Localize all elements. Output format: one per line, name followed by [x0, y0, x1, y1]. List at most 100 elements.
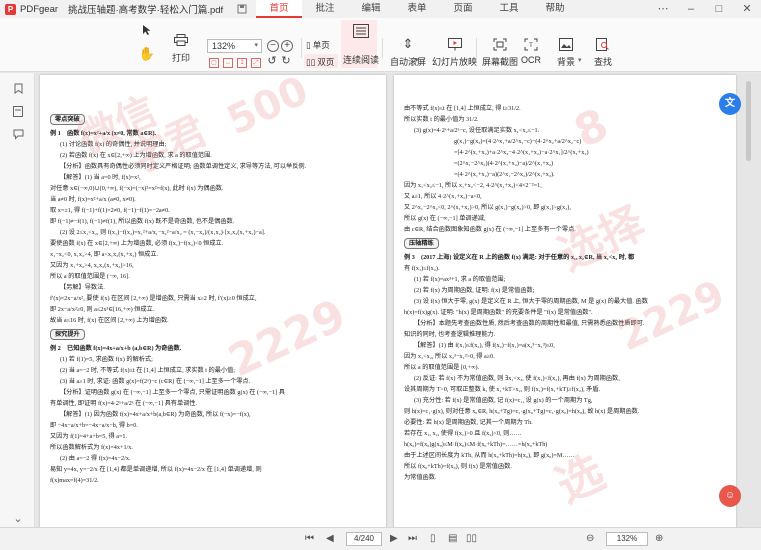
text-line: 有 f(x₁)≤f(x₂). — [404, 265, 440, 272]
translate-float-icon[interactable]: 文 — [719, 93, 741, 115]
text-line: 即 2x−a/x²≥0, 则 a≤2x³∈[16,+∞) 恒成立. — [50, 306, 155, 313]
printer-icon — [172, 32, 190, 48]
text-line: h(x)=f(x)g(x). 证明: "h(x) 是周期函数" 的充要条件是 "… — [404, 309, 593, 316]
text-line: 为常值函数. — [404, 474, 437, 481]
prev-page-icon[interactable]: ◀ — [326, 533, 334, 544]
search-button[interactable]: 查找 — [594, 36, 612, 68]
close-icon[interactable]: ✕ — [733, 0, 761, 18]
rotate-left-icon[interactable]: ↺ — [266, 56, 278, 69]
text-line: (2) 由 a=−2 得 f(x)=4x−2/x. — [60, 455, 131, 462]
text-line: 又因为 x₁+x₂>4, x₁x₂(x₁+x₂)>16, — [50, 262, 134, 269]
collapse-icon[interactable]: ⌄ — [12, 513, 24, 525]
ocr-button[interactable]: T OCR — [521, 36, 541, 65]
page-number-field[interactable]: 4/240 — [346, 532, 382, 546]
zoom-select[interactable]: 132% ▾ — [207, 39, 262, 53]
save-icon[interactable] — [233, 0, 251, 18]
tab-annotate[interactable]: 批注 — [302, 0, 348, 18]
tab-home[interactable]: 首页 — [256, 0, 302, 18]
text-line: 【解答】(1) 当 a=0 时, f(x)=x², — [60, 174, 141, 181]
tab-help[interactable]: 帮助 — [532, 0, 578, 18]
actual-size-icon[interactable]: 1 — [237, 58, 247, 68]
tab-form[interactable]: 表单 — [394, 0, 440, 18]
text-line: 又因为 f(1)=4+a+b=5, 得 a=1. — [50, 433, 128, 440]
slideshow-button[interactable]: 幻灯片放映 — [432, 36, 477, 68]
text-line: 知识的同时, 也考查逻辑推理能力. — [404, 331, 496, 338]
bookmark-icon[interactable] — [12, 83, 24, 95]
text-line: (3) 设 f(x) 恒大于零, g(x) 是定义在 R 上, 恒大于零的周期函… — [414, 298, 648, 305]
pdfgear-window: P PDFgear 挑战压轴题·高考数学·轻松入门篇.pdf ↶ ↷ 首页 批注… — [0, 0, 761, 550]
single-page-button[interactable]: ▯ 单页 — [306, 39, 330, 51]
continuous-read-icon — [352, 23, 370, 39]
auto-scroll-label: 自动滚屏 — [390, 57, 427, 67]
scroll-view-icon[interactable]: ▤ — [448, 533, 457, 544]
text-line: g(x₁)−g(x₂)=(4·2^x₁+a/2^x₁−c)−(4·2^x₂+a/… — [454, 138, 582, 145]
tab-edit[interactable]: 编辑 — [348, 0, 394, 18]
tab-page[interactable]: 页面 — [440, 0, 486, 18]
thumbnails-icon[interactable] — [12, 106, 24, 118]
menu-tabs: 首页 批注 编辑 表单 页面 工具 帮助 — [256, 0, 578, 18]
assistant-float-icon[interactable]: ☺ — [719, 485, 741, 507]
hand-tool[interactable]: ✋ — [138, 46, 156, 62]
text-line: 【分析】证明函数 g(x) 在 (−∞,−1] 上至多一个零点, 只需证明函数 … — [60, 389, 285, 396]
screenshot-icon — [491, 36, 509, 52]
first-page-icon[interactable]: ⏮ — [305, 533, 314, 544]
pdf-page-left: 零点突破例 1 函数 f(x)=x²+a/x (x≠0, 常数 a∈R). (1)… — [40, 75, 386, 533]
zoom-in-icon[interactable]: ⊕ — [655, 533, 663, 544]
pdf-page-right: 由不等式 f(x)≤t 在 [1,4] 上恒成立, 得 t≥31/2. 所以实数 … — [394, 75, 736, 533]
text-line: 所以 a 的取值范围是 (−∞, 16]. — [50, 273, 130, 280]
status-bar: ⏮ ◀ 4/240 ▶ ⏭ ▯ ▤ ▯▯ ⊖ 132% ⊕ — [0, 527, 761, 550]
section-tag: 零点突破 — [50, 114, 85, 125]
background-icon — [557, 36, 575, 52]
zoom-status-field[interactable]: 132% — [606, 532, 648, 546]
zoom-out-icon[interactable]: ⊖ — [586, 533, 594, 544]
chevron-down-icon: ▾ — [254, 42, 258, 49]
double-page-icon: ▯▯ — [306, 56, 316, 67]
minimize-icon[interactable]: – — [677, 0, 705, 18]
app-logo: P — [5, 3, 16, 15]
more-icon[interactable]: ⋯ — [649, 0, 677, 18]
zoom-out-icon[interactable]: − — [267, 40, 279, 52]
text-line: (1) 若 f(x)=ax³+1, 求 a 的取值范围; — [414, 276, 506, 283]
vertical-scrollbar[interactable] — [746, 73, 751, 533]
svg-text:T: T — [529, 43, 533, 49]
text-line: 必要性: 若 h(x) 是周期函数, 记其一个周期为 Th. — [404, 419, 533, 426]
print-button[interactable]: 打印 — [172, 32, 190, 64]
text-line: =[4·2^(x₁+x₂)+a·2^x₂−4·2^(x₁+x₂)−a·2^x₁]… — [454, 149, 589, 156]
auto-scroll-button[interactable]: ⇕ 自动滚屏 — [390, 36, 426, 68]
double-page-label: 双页 — [317, 57, 335, 67]
fit-visible-icon[interactable]: ⤢ — [251, 58, 261, 68]
double-view-icon[interactable]: ▯▯ — [466, 533, 477, 544]
text-line: 例 3 (2017 上海) 设定义在 R 上的函数 f(x) 满足: 对于任意的… — [404, 254, 635, 261]
text-line: 故当 a≤16 时, f(x) 在区间 [2,+∞) 上为增函数. — [50, 317, 169, 324]
maximize-icon[interactable]: □ — [705, 0, 733, 18]
single-page-icon: ▯ — [306, 39, 311, 50]
continuous-read-button[interactable]: 连续阅读 — [343, 23, 379, 66]
text-line: 所以 f(x₀+kTh)=f(x₀), 则 f(x) 是常值函数. — [404, 463, 512, 470]
zoom-in-icon[interactable]: + — [281, 40, 293, 52]
fit-page-icon[interactable]: ▢ — [209, 58, 219, 68]
text-line: x₁−x₂<0, x₁x₂>4, 即 a<x₁x₂(x₁+x₂) 恒成立. — [50, 251, 159, 258]
screenshot-button[interactable]: 屏幕截图 — [482, 36, 518, 68]
search-icon — [594, 36, 612, 52]
background-button[interactable]: 背景 — [557, 36, 575, 68]
comments-icon[interactable] — [12, 129, 24, 141]
last-page-icon[interactable]: ⏭ — [408, 533, 417, 544]
title-bar: P PDFgear 挑战压轴题·高考数学·轻松入门篇.pdf ↶ ↷ 首页 批注… — [0, 0, 761, 18]
text-line: 【解答】(1) 由 f(x₁)≤f(x₂), 得 f(x₂)−f(x₁)=a(x… — [414, 342, 555, 349]
double-page-button[interactable]: ▯▯ 双页 — [306, 56, 334, 68]
tab-tools[interactable]: 工具 — [486, 0, 532, 18]
text-line: 即 f(−1)≠−f(1), f(−1)≠f(1), 所以函数 f(x) 既不是… — [50, 218, 235, 225]
next-page-icon[interactable]: ▶ — [390, 533, 398, 544]
slideshow-icon — [446, 36, 464, 52]
chevron-down-icon[interactable]: ▾ — [415, 56, 419, 64]
single-view-icon[interactable]: ▯ — [430, 533, 436, 544]
single-page-label: 单页 — [312, 40, 330, 50]
rotate-right-icon[interactable]: ↻ — [280, 56, 292, 69]
scrollbar-thumb[interactable] — [746, 81, 751, 161]
chevron-down-icon[interactable]: ▾ — [578, 56, 582, 64]
fit-width-icon[interactable]: ↔ — [223, 58, 233, 68]
text-line: 当 a≠0 时, f(x)=x²+a/x (a≠0, x≠0). — [50, 196, 136, 203]
text-line: 取 x=±1, 得 f(−1)+f(1)=2≠0, f(−1)−f(1)=−2a… — [50, 207, 170, 214]
document-canvas[interactable]: 零点突破例 1 函数 f(x)=x²+a/x (x≠0, 常数 a∈R). (1)… — [36, 73, 761, 533]
select-tool[interactable] — [138, 22, 156, 38]
